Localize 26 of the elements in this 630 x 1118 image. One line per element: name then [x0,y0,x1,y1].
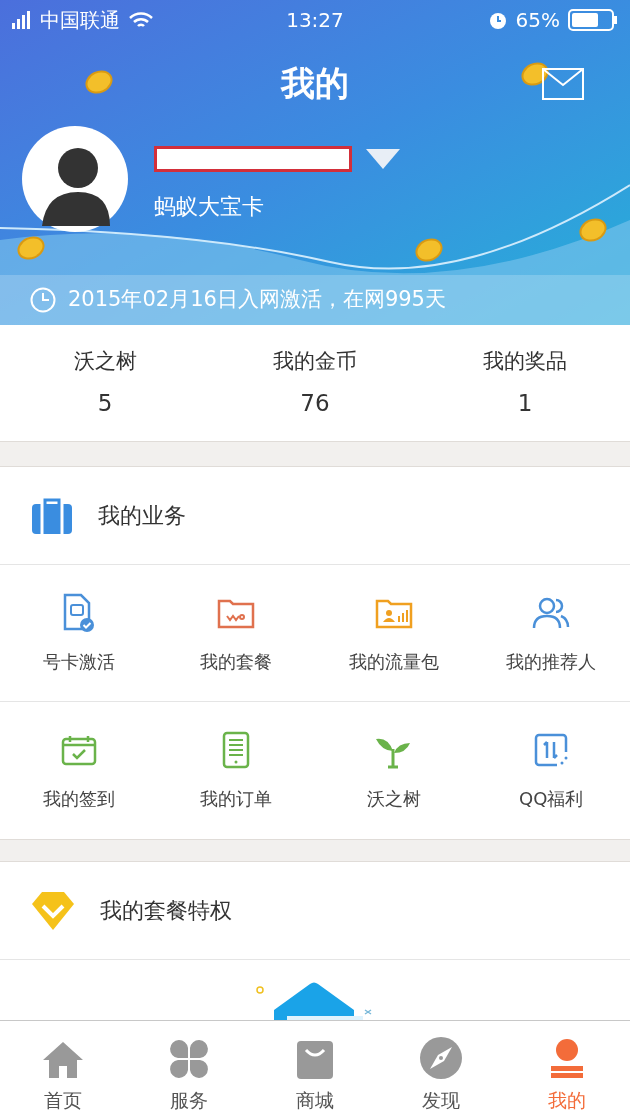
tab[interactable]: 商城 [252,1021,378,1118]
service-label[interactable]: 我的流量包 [348,647,439,675]
tab[interactable]: 发现 [378,1021,504,1118]
stat-value[interactable]: 5 [97,385,113,420]
stat-value[interactable]: 1 [517,385,533,420]
activation-text: 2015年02月16日入网激活，在网995天 [68,286,446,314]
tab[interactable]: 首页 [0,1021,126,1118]
service-label[interactable]: 号卡激活 [42,647,115,675]
tab[interactable]: 服务 [126,1021,252,1118]
service-label[interactable]: QQ福利 [519,785,584,812]
page-title: 我的 [281,61,349,105]
stat-label: 我的奖品 [483,348,567,375]
clock-time: 13:27 [285,7,345,34]
service-label[interactable]: 沃之树 [366,785,421,812]
service-label[interactable]: 我的订单 [200,785,273,812]
service-label[interactable]: 我的签到 [42,785,115,812]
service-label[interactable]: 我的推荐人 [506,647,597,675]
carrier-name: 中国联通 [40,7,120,34]
battery-percent: 65% [515,7,560,34]
stat-label: 沃之树 [73,348,137,375]
stat-label: 我的金币 [273,348,357,375]
section-title: 我的套餐特权 [100,897,232,925]
card-name: 蚂蚁大宝卡 [154,193,265,221]
stat-value[interactable]: 76 [300,385,330,420]
service-label[interactable]: 我的套餐 [200,647,273,675]
section-title: 我的业务 [98,502,186,530]
